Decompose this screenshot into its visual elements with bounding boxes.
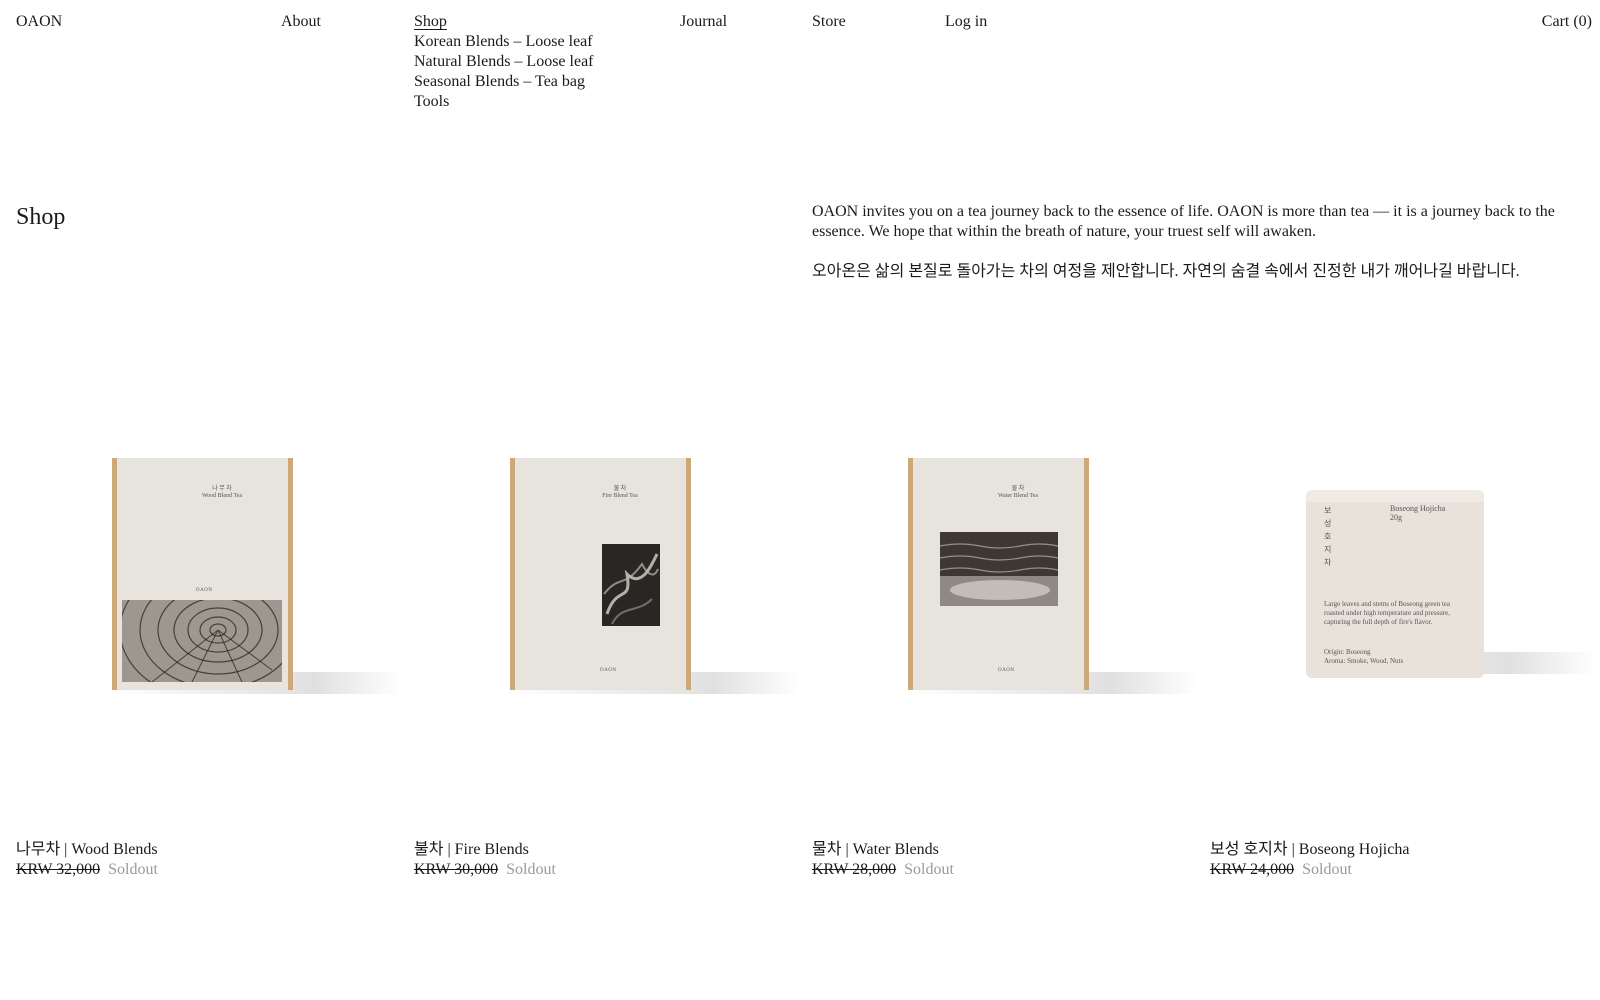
product-price: KRW 24,000 (1210, 861, 1295, 878)
product-card[interactable]: 보 성 호 지 차 Boseong Hojicha 20g Large leav… (1210, 300, 1592, 878)
product-name[interactable]: 물차 | Water Blends (812, 840, 1194, 860)
tea-box: 불 차 Fire Blend Tea OAON (510, 458, 691, 690)
soldout-badge: Soldout (506, 861, 556, 878)
nav-journal-link[interactable]: Journal (680, 12, 727, 32)
product-card[interactable]: 나 무 차 Wood Blend Tea OAON 나무차 | Wood Ble… (16, 300, 398, 878)
cart-link[interactable]: Cart (0) (1542, 12, 1592, 32)
nav-shop-menu: Shop Korean Blends – Loose leaf Natural … (414, 12, 594, 112)
product-image-water[interactable]: 물 차 Water Blend Tea OAON (812, 300, 1194, 840)
product-price: KRW 30,000 (414, 861, 499, 878)
nav-store-link[interactable]: Store (812, 12, 846, 32)
product-meta: 물차 | Water Blends KRW 28,000 Soldout (812, 840, 1194, 880)
soldout-badge: Soldout (904, 861, 954, 878)
product-meta: 나무차 | Wood Blends KRW 32,000 Soldout (16, 840, 398, 880)
submenu-natural-blends[interactable]: Natural Blends – Loose leaf (414, 53, 594, 70)
fire-photo (602, 544, 660, 626)
product-name[interactable]: 보성 호지차 | Boseong Hojicha (1210, 840, 1592, 860)
product-meta: 보성 호지차 | Boseong Hojicha KRW 24,000 Soldo… (1210, 840, 1592, 880)
tea-box: 물 차 Water Blend Tea OAON (908, 458, 1089, 690)
soldout-badge: Soldout (1302, 861, 1352, 878)
box-logo: OAON (196, 588, 213, 593)
tin-description: Large leaves and stems of Boseong green … (1324, 600, 1451, 626)
nav-login-link[interactable]: Log in (945, 12, 987, 32)
submenu-korean-blends[interactable]: Korean Blends – Loose leaf (414, 33, 593, 50)
tin-vertical-title: 보 성 호 지 차 (1324, 506, 1332, 567)
water-photo (940, 532, 1058, 606)
tea-tin: 보 성 호 지 차 Boseong Hojicha 20g Large leav… (1306, 490, 1484, 678)
intro-english: OAON invites you on a tea journey back t… (812, 203, 1555, 240)
product-image-hojicha[interactable]: 보 성 호 지 차 Boseong Hojicha 20g Large leav… (1210, 300, 1592, 840)
product-name[interactable]: 불차 | Fire Blends (414, 840, 796, 860)
box-label: 물 차 Water Blend Tea (998, 486, 1038, 499)
page-title: Shop (16, 204, 66, 230)
box-label: 불 차 Fire Blend Tea (602, 486, 638, 499)
submenu-tools[interactable]: Tools (414, 93, 449, 110)
product-meta: 불차 | Fire Blends KRW 30,000 Soldout (414, 840, 796, 880)
nav-about-link[interactable]: About (281, 12, 321, 32)
intro-korean: 오아온은 삶의 본질로 돌아가는 차의 여정을 제안합니다. 자연의 숨결 속에… (812, 263, 1520, 280)
top-navigation: OAON About Shop Korean Blends – Loose le… (0, 12, 1600, 122)
shop-intro: OAON invites you on a tea journey back t… (812, 202, 1572, 302)
wood-rings-photo (122, 600, 282, 682)
site-logo[interactable]: OAON (16, 12, 62, 32)
tea-box: 나 무 차 Wood Blend Tea OAON (112, 458, 293, 690)
product-image-fire[interactable]: 불 차 Fire Blend Tea OAON (414, 300, 796, 840)
tin-details: Origin: Boseong Aroma: Smoke, Wood, Nuts (1324, 648, 1404, 665)
product-price: KRW 32,000 (16, 861, 101, 878)
product-card[interactable]: 불 차 Fire Blend Tea OAON 불차 | Fire Blends… (414, 300, 796, 878)
tin-title: Boseong Hojicha 20g (1390, 504, 1446, 522)
submenu-seasonal-blends[interactable]: Seasonal Blends – Tea bag (414, 73, 585, 90)
box-logo: OAON (998, 668, 1015, 673)
nav-shop-link[interactable]: Shop (414, 12, 594, 32)
box-logo: OAON (600, 668, 617, 673)
shop-submenu: Korean Blends – Loose leaf Natural Blend… (414, 32, 594, 112)
product-price: KRW 28,000 (812, 861, 897, 878)
soldout-badge: Soldout (108, 861, 158, 878)
product-name[interactable]: 나무차 | Wood Blends (16, 840, 398, 860)
product-card[interactable]: 물 차 Water Blend Tea OAON 물차 | Water Blen… (812, 300, 1194, 878)
product-image-wood[interactable]: 나 무 차 Wood Blend Tea OAON (16, 300, 398, 840)
box-label: 나 무 차 Wood Blend Tea (202, 486, 242, 499)
